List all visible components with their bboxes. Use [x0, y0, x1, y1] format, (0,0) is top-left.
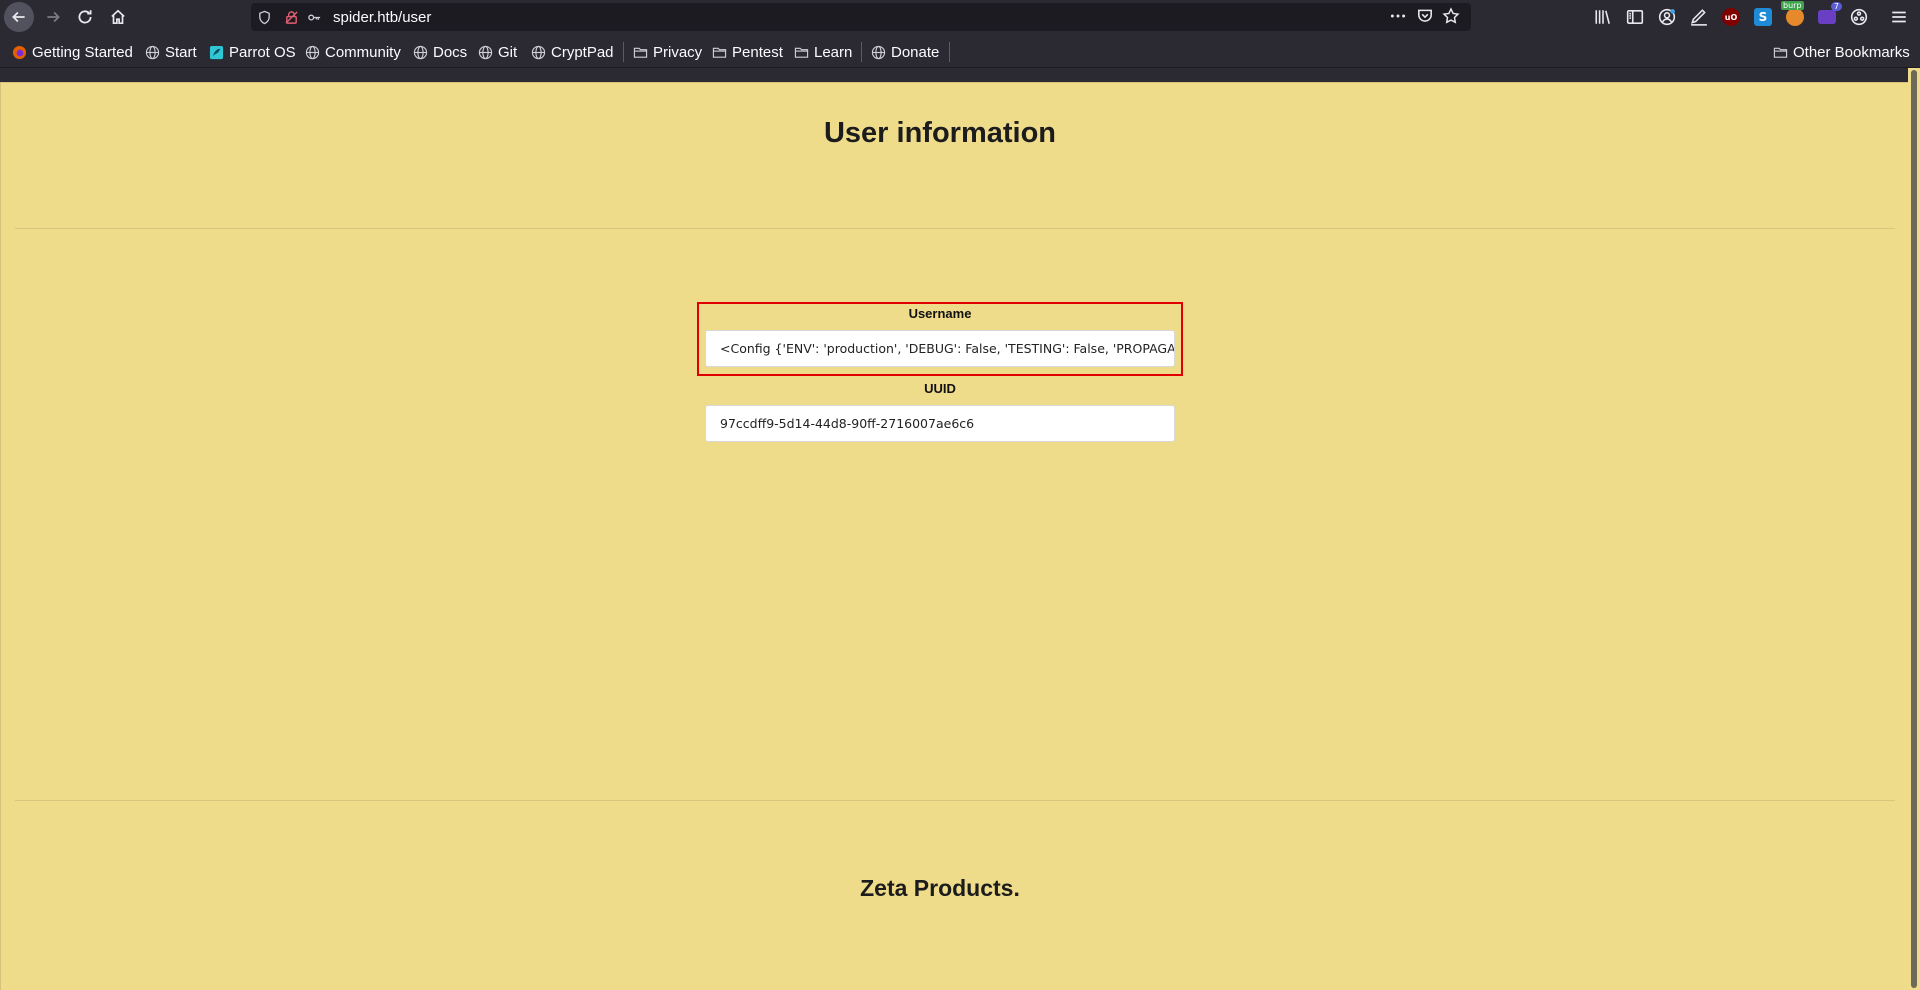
- firefox-icon: [12, 45, 27, 60]
- home-button[interactable]: [103, 2, 133, 32]
- extensions-puzzle-icon[interactable]: [1848, 6, 1870, 28]
- globe-icon: [531, 45, 546, 60]
- back-button[interactable]: [4, 2, 34, 32]
- bookmark-getting-started[interactable]: Getting Started: [12, 43, 133, 61]
- folder-icon: [633, 45, 648, 60]
- divider: [15, 228, 1895, 229]
- page-content: User information Username <Config {'ENV'…: [0, 82, 1908, 990]
- parrot-icon: [209, 45, 224, 60]
- folder-icon: [1773, 45, 1788, 60]
- page-scrollbar[interactable]: [1908, 68, 1920, 990]
- shield-icon[interactable]: [257, 10, 272, 25]
- bookmark-separator: [861, 42, 862, 62]
- extension-purple-icon[interactable]: 7: [1816, 2, 1842, 28]
- globe-icon: [871, 45, 886, 60]
- extension-pencil-icon[interactable]: [1688, 6, 1710, 28]
- uuid-label: UUID: [924, 381, 956, 396]
- url-bar[interactable]: spider.htb/user: [251, 3, 1471, 31]
- footer-title: Zeta Products.: [860, 875, 1020, 901]
- bookmark-folder-privacy[interactable]: Privacy: [633, 43, 702, 61]
- username-field[interactable]: <Config {'ENV': 'production', 'DEBUG': F…: [705, 330, 1175, 367]
- browser-toolbar: spider.htb/user uO S burp 7: [0, 0, 1920, 34]
- other-bookmarks[interactable]: Other Bookmarks: [1773, 43, 1910, 61]
- folder-icon: [712, 45, 727, 60]
- bookmarks-bar: Getting Started Start Parrot OS Communit…: [0, 34, 1920, 68]
- username-label: Username: [908, 306, 972, 321]
- globe-icon: [413, 45, 428, 60]
- bookmark-parrot-os[interactable]: Parrot OS: [209, 43, 296, 61]
- hamburger-menu-icon[interactable]: [1888, 6, 1910, 28]
- globe-icon: [478, 45, 493, 60]
- scrollbar-thumb[interactable]: [1911, 70, 1917, 988]
- bookmark-separator: [623, 42, 624, 62]
- uuid-field[interactable]: 97ccdff9-5d14-44d8-90ff-2716007ae6c6: [705, 405, 1175, 442]
- burp-badge: burp: [1781, 1, 1804, 10]
- bookmark-git[interactable]: Git: [478, 43, 517, 61]
- sidebar-icon[interactable]: [1624, 6, 1646, 28]
- url-text[interactable]: spider.htb/user: [333, 9, 431, 26]
- foxyproxy-burp-icon[interactable]: burp: [1781, 1, 1806, 28]
- bookmark-star-icon[interactable]: [1442, 7, 1460, 25]
- ublock-origin-icon[interactable]: uO: [1720, 6, 1742, 28]
- bookmark-start[interactable]: Start: [145, 43, 197, 61]
- bookmark-cryptpad[interactable]: CryptPad: [531, 43, 614, 61]
- globe-icon: [145, 45, 160, 60]
- bookmark-docs[interactable]: Docs: [413, 43, 467, 61]
- home-icon: [111, 9, 125, 25]
- bookmark-separator: [949, 42, 950, 62]
- bookmark-donate[interactable]: Donate: [871, 43, 939, 61]
- bookmark-community[interactable]: Community: [305, 43, 401, 61]
- pocket-icon[interactable]: [1416, 7, 1434, 25]
- extension-s-icon[interactable]: S: [1752, 6, 1774, 28]
- forward-button[interactable]: [38, 2, 68, 32]
- library-icon[interactable]: [1592, 6, 1614, 28]
- folder-icon: [794, 45, 809, 60]
- page-title: User information: [823, 117, 1057, 149]
- arrow-left-icon: [12, 11, 25, 23]
- reload-button[interactable]: [70, 2, 100, 32]
- arrow-right-icon: [47, 11, 60, 23]
- account-icon[interactable]: [1656, 6, 1678, 28]
- divider: [15, 800, 1895, 801]
- reload-icon: [78, 10, 92, 24]
- insecure-lock-icon[interactable]: [284, 10, 299, 25]
- globe-icon: [305, 45, 320, 60]
- bookmark-folder-pentest[interactable]: Pentest: [712, 43, 783, 61]
- page-actions-icon[interactable]: [1389, 7, 1407, 25]
- notification-badge: 7: [1830, 2, 1842, 11]
- key-icon[interactable]: [307, 10, 322, 25]
- bookmark-folder-learn[interactable]: Learn: [794, 43, 852, 61]
